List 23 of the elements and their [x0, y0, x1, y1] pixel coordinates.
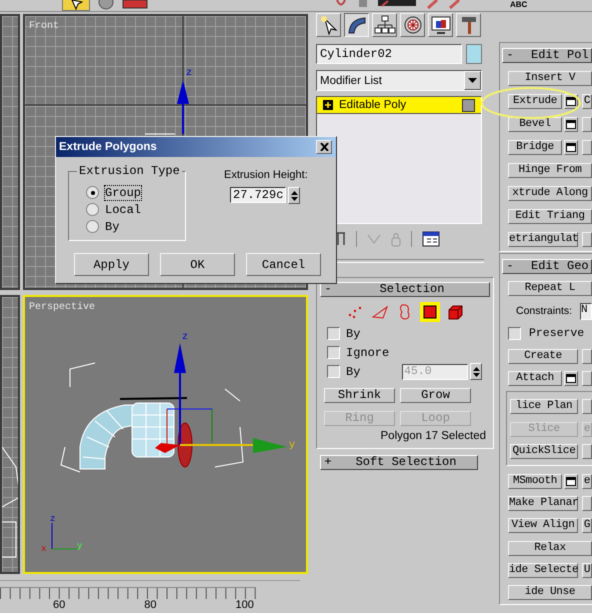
viewport-label: Perspective [29, 302, 96, 313]
axis-label: z [186, 68, 192, 79]
axis-label: y [289, 440, 296, 451]
constraints-label: Constraints: [516, 305, 572, 318]
checkbox-label: By [346, 326, 360, 340]
checkbox-label: Preserve [529, 327, 584, 340]
viewport-label: Front [29, 21, 60, 32]
frame-number: 100 [236, 599, 254, 612]
frame-number: 80 [144, 599, 156, 612]
selection-status-text: Polygon 17 Selected [380, 430, 487, 442]
group-title: Extrusion Type [77, 164, 182, 178]
axis-label: y [77, 541, 82, 551]
frame-number: 60 [53, 599, 66, 612]
axis-label: z [50, 514, 56, 524]
axis-label: x [41, 544, 46, 554]
radio-label: Local [104, 202, 142, 218]
checkbox-label: Ignore [346, 346, 390, 360]
extrusion-height-label: Extrusion Height: [224, 169, 308, 181]
radio-label: By [104, 218, 120, 234]
axis-label: z [182, 332, 188, 343]
checkbox-label: By [346, 364, 360, 378]
radio-label: Group [104, 184, 142, 200]
dialog-title: Extrude Polygons [59, 141, 157, 153]
